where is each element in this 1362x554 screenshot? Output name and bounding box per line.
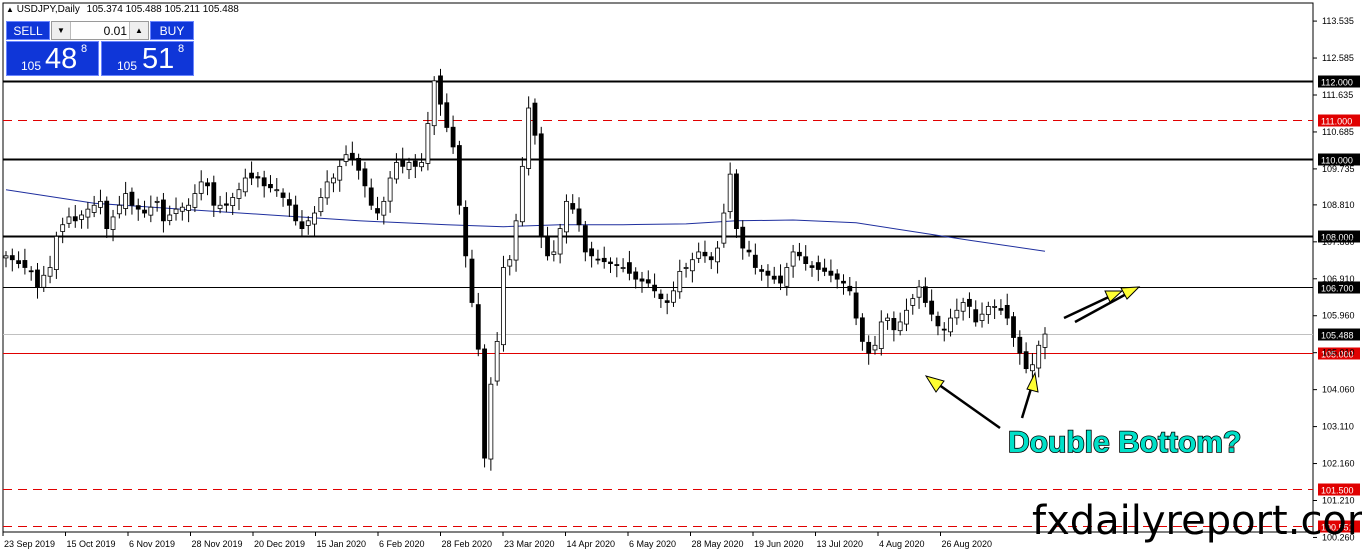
- lot-size-input[interactable]: [71, 22, 130, 39]
- date-tick-label: 23 Mar 2020: [504, 539, 555, 549]
- buy-price-pip: 8: [178, 43, 185, 55]
- date-tick-label: 6 May 2020: [629, 539, 676, 549]
- ohlc-values: 105.374 105.488 105.211 105.488: [86, 4, 239, 15]
- candle: [526, 96, 532, 176]
- date-tick-label: 20 Dec 2019: [254, 539, 305, 549]
- level-price-label-5: 105.488: [1321, 331, 1354, 341]
- candle: [734, 169, 739, 238]
- candle: [488, 377, 494, 471]
- date-tick-label: 23 Sep 2019: [4, 539, 55, 549]
- chart-window[interactable]: 112.000 111.000 110.000 108.000 106.700 105.4…: [0, 0, 1362, 554]
- sell-price-pip: 8: [81, 43, 88, 55]
- price-tick-label: 103.110: [1322, 422, 1354, 432]
- price-tick-label: 112.585: [1322, 53, 1354, 63]
- sell-price-quote[interactable]: 105 48 8: [6, 41, 99, 76]
- date-tick-label: 19 Jun 2020: [754, 539, 804, 549]
- lot-increase-icon[interactable]: ▲: [129, 22, 148, 39]
- level-price-label-7: 101.500: [1321, 486, 1354, 496]
- sell-price-prefix: 105: [21, 59, 42, 73]
- date-tick-label: 15 Oct 2019: [67, 539, 116, 549]
- buy-price-main: 51: [142, 43, 175, 75]
- date-tick-label: 13 Jul 2020: [817, 539, 864, 549]
- watermark-text: fxdailyreport.com: [1032, 498, 1362, 544]
- price-tick-label: 113.535: [1322, 16, 1354, 26]
- candle: [501, 255, 506, 352]
- chart-header: ▲ USDJPY,Daily 105.374 105.488 105.211 1…: [6, 3, 239, 17]
- price-tick-label: 111.635: [1322, 90, 1353, 100]
- price-tick-label: 109.735: [1322, 164, 1355, 174]
- buy-price-quote[interactable]: 105 51 8: [101, 41, 194, 76]
- candle: [482, 344, 487, 468]
- date-tick-label: 4 Aug 2020: [879, 539, 925, 549]
- candle: [519, 157, 525, 227]
- price-tick-label: 105.010: [1322, 348, 1355, 358]
- date-tick-label: 15 Jan 2020: [317, 539, 367, 549]
- price-tick-label: 104.060: [1322, 385, 1355, 395]
- date-tick-label: 6 Nov 2019: [129, 539, 175, 549]
- date-tick-label: 28 Feb 2020: [442, 539, 493, 549]
- buy-price-prefix: 105: [117, 59, 138, 73]
- level-price-label-0: 112.000: [1321, 78, 1353, 88]
- candle: [538, 126, 544, 249]
- sell-price-main: 48: [45, 43, 78, 75]
- price-tick-label: 107.860: [1322, 237, 1355, 247]
- one-click-trading-panel: SELL ▼ ▲ BUY 105 48 8 105 51 8: [6, 21, 194, 76]
- symbol-label: USDJPY,Daily: [16, 4, 80, 15]
- date-tick-label: 28 Nov 2019: [192, 539, 243, 549]
- level-price-label-4: 106.700: [1321, 284, 1354, 294]
- date-tick-label: 28 May 2020: [692, 539, 744, 549]
- price-tick-label: 105.960: [1322, 311, 1355, 321]
- date-tick-label: 14 Apr 2020: [567, 539, 616, 549]
- lot-size-stepper: ▼ ▲: [51, 21, 149, 40]
- price-tick-label: 106.910: [1322, 274, 1355, 284]
- annotation-double-bottom: Double Bottom?: [1008, 426, 1241, 459]
- sell-button[interactable]: SELL: [6, 21, 50, 40]
- price-tick-label: 108.810: [1322, 200, 1355, 210]
- date-tick-label: 26 Aug 2020: [942, 539, 993, 549]
- price-tick-label: 110.685: [1322, 127, 1354, 137]
- lot-decrease-icon[interactable]: ▼: [52, 22, 71, 39]
- buy-button[interactable]: BUY: [150, 21, 194, 40]
- collapse-arrow-icon[interactable]: ▲: [6, 5, 14, 14]
- price-chart[interactable]: 112.000111.000110.000108.000106.700105.4…: [0, 0, 1362, 554]
- level-price-label-1: 111.000: [1321, 117, 1352, 127]
- price-tick-label: 102.160: [1322, 459, 1355, 469]
- date-tick-label: 6 Feb 2020: [379, 539, 425, 549]
- candle: [456, 140, 462, 215]
